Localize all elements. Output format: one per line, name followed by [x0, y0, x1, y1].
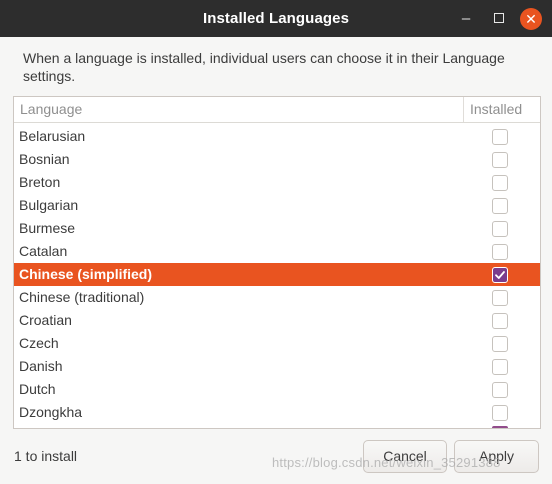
close-icon[interactable]: ✕ [520, 8, 542, 30]
language-row[interactable]: Czech [14, 332, 540, 355]
checkbox[interactable] [492, 221, 508, 237]
language-list[interactable]: Language Installed Belarusian Bosnian Bret… [13, 96, 541, 429]
language-row[interactable]: Bosnian [14, 148, 540, 171]
column-separator [463, 97, 464, 122]
description-text: When a language is installed, individual… [23, 50, 505, 84]
language-row[interactable]: Croatian [14, 309, 540, 332]
checkbox[interactable] [492, 129, 508, 145]
language-row[interactable]: Burmese [14, 217, 540, 240]
language-label: Bosnian [19, 151, 70, 167]
language-row[interactable]: Chinese (simplified) [14, 263, 540, 286]
minimize-icon[interactable]: – [455, 8, 477, 30]
checkbox[interactable] [492, 175, 508, 191]
checkbox[interactable] [492, 359, 508, 375]
install-status: 1 to install [14, 448, 78, 464]
language-label: Belarusian [19, 128, 86, 144]
language-row[interactable]: Dutch [14, 378, 540, 401]
checkbox[interactable] [492, 290, 508, 306]
language-row[interactable]: Belarusian [14, 125, 540, 148]
language-label: Chinese (simplified) [19, 266, 153, 282]
checkbox[interactable] [492, 244, 508, 260]
language-row[interactable]: Danish [14, 355, 540, 378]
checkbox[interactable] [492, 313, 508, 329]
language-label: Croatian [19, 312, 72, 328]
installed-languages-dialog: Installed Languages – ✕ When a language … [0, 0, 552, 484]
language-label: Dzongkha [19, 404, 83, 420]
language-row[interactable]: Bulgarian [14, 194, 540, 217]
checkbox[interactable] [492, 198, 508, 214]
checkmark-icon [495, 271, 505, 279]
list-header: Language Installed [14, 97, 540, 123]
column-header-installed[interactable]: Installed [470, 101, 522, 117]
language-row[interactable]: Chinese (traditional) [14, 286, 540, 309]
next-row-checkbox-peek [492, 426, 508, 428]
watermark: https://blog.csdn.net/weixin_35291388 [272, 455, 501, 470]
language-label: Chinese (traditional) [19, 289, 145, 305]
language-row[interactable]: Catalan [14, 240, 540, 263]
checkbox[interactable] [492, 152, 508, 168]
column-header-language[interactable]: Language [20, 101, 82, 117]
language-label: Catalan [19, 243, 68, 259]
language-label: Bulgarian [19, 197, 79, 213]
checkbox-checked[interactable] [492, 267, 508, 283]
language-label: Danish [19, 358, 63, 374]
language-label: Breton [19, 174, 61, 190]
language-label: Czech [19, 335, 59, 351]
checkbox[interactable] [492, 405, 508, 421]
checkbox[interactable] [492, 382, 508, 398]
checkbox[interactable] [492, 336, 508, 352]
language-label: Dutch [19, 381, 56, 397]
language-row[interactable]: Dzongkha [14, 401, 540, 424]
title-bar[interactable]: Installed Languages – ✕ [0, 0, 552, 37]
maximize-icon[interactable] [488, 8, 510, 30]
language-row[interactable]: Breton [14, 171, 540, 194]
language-label: Burmese [19, 220, 76, 236]
